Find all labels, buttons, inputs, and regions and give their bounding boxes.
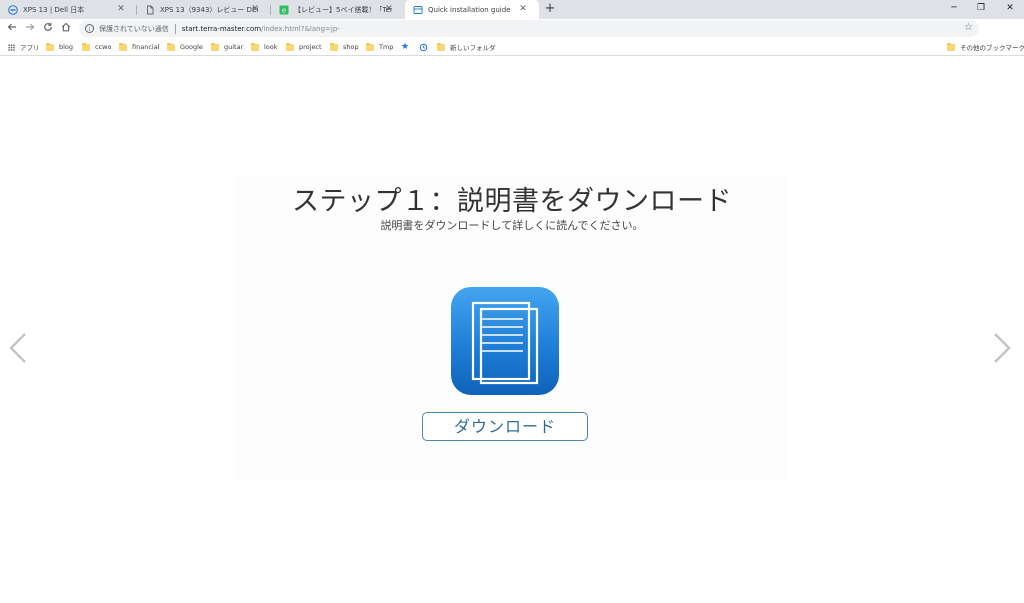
tab-terramaster-review[interactable]: e 【レビュー】5ベイ搭載！「TerraMaster ✕ [271, 0, 405, 19]
bookmark-label: blog [59, 43, 74, 51]
folder-icon [437, 42, 445, 51]
home-button[interactable] [58, 21, 74, 37]
tab-xps-review[interactable]: XPS 13（9343）レビュー DELLパソコン ✕ [137, 0, 271, 19]
page-content: ステップ１：説明書をダウンロード 説明書をダウンロードして詳しくに読んでください… [0, 57, 1024, 603]
other-bookmarks[interactable]: その他のブックマーク [947, 41, 1024, 53]
next-slide-button[interactable] [992, 332, 1012, 364]
bookmark-financial[interactable]: financial [119, 41, 160, 53]
bookmark-ccwo[interactable]: ccwo [82, 41, 111, 53]
chevron-left-icon [9, 333, 26, 363]
bookmark-label: ccwo [95, 43, 112, 51]
apps-icon [8, 43, 15, 51]
tab-dell[interactable]: XPS 13 | Dell 日本 ✕ [0, 0, 137, 19]
manual-document-icon[interactable] [451, 287, 559, 395]
history-icon [419, 43, 428, 51]
bookmarks-bar: アプリ blog ccwo financial Google guitar lo… [0, 38, 1024, 56]
bookmark-label: shop [343, 43, 359, 51]
close-icon[interactable]: ✕ [115, 3, 127, 15]
other-bookmarks-label: その他のブックマーク [960, 44, 1024, 52]
tab-title: 【レビュー】5ベイ搭載！「TerraMaster [294, 5, 392, 14]
bookmark-guitar[interactable]: guitar [211, 41, 243, 53]
bookmark-new-folder[interactable]: 新しいフォルダ [437, 41, 496, 53]
bookmark-label: アプリ [20, 44, 40, 52]
info-icon[interactable]: i [85, 24, 94, 33]
folder-icon [167, 42, 175, 51]
bookmark-look[interactable]: look [251, 41, 278, 53]
close-icon[interactable]: ✕ [383, 3, 395, 15]
arrow-right-icon [26, 23, 35, 31]
folder-icon [211, 42, 219, 51]
minimize-button[interactable]: ─ [940, 0, 968, 19]
bookmark-blog[interactable]: blog [46, 41, 73, 53]
security-status: 保護されていない通信 [99, 24, 169, 33]
home-icon [61, 22, 71, 32]
url-path: /index.html?&lang=jp- [261, 24, 340, 33]
address-bar[interactable]: i 保護されていない通信 start.terra-master.com/inde… [79, 20, 979, 37]
folder-icon [947, 42, 955, 51]
tab-title: XPS 13（9343）レビュー DELLパソコン [160, 5, 258, 14]
tab-quick-installation-guide[interactable]: Quick installation guide ✕ [405, 0, 539, 19]
bookmark-label: Google [180, 43, 203, 51]
reload-button[interactable] [40, 21, 56, 37]
folder-icon [119, 42, 127, 51]
bookmark-apps[interactable]: アプリ [8, 41, 40, 53]
folder-icon [251, 42, 259, 51]
star-icon: ★ [401, 42, 410, 52]
new-tab-button[interactable]: + [542, 1, 558, 17]
bookmark-label: 新しいフォルダ [450, 44, 496, 52]
reload-icon [44, 22, 52, 31]
bookmark-shop[interactable]: shop [330, 41, 359, 53]
bookmark-google[interactable]: Google [167, 41, 203, 53]
page-title: ステップ１：説明書をダウンロード [292, 186, 732, 217]
arrow-left-icon [7, 23, 16, 31]
evernote-icon: e [279, 5, 289, 15]
omnibox-divider [174, 23, 176, 34]
bookmark-history[interactable] [419, 41, 428, 53]
tab-title: XPS 13 | Dell 日本 [23, 5, 85, 14]
close-icon[interactable]: ✕ [517, 3, 529, 15]
bookmark-star-icon[interactable]: ☆ [964, 22, 973, 33]
svg-text:e: e [282, 6, 286, 14]
url-host: start.terra-master.com [181, 24, 262, 33]
terramaster-icon [413, 5, 423, 15]
tab-strip: XPS 13 | Dell 日本 ✕ XPS 13（9343）レビュー DELL… [0, 0, 1024, 19]
page-icon [145, 5, 155, 15]
window-close-button[interactable]: ✕ [996, 0, 1024, 19]
chevron-right-icon [994, 333, 1011, 363]
folder-icon [366, 42, 374, 51]
close-icon[interactable]: ✕ [249, 3, 261, 15]
forward-button[interactable] [22, 21, 38, 37]
prev-slide-button[interactable] [8, 332, 28, 364]
restore-button[interactable]: ❐ [967, 0, 995, 19]
bookmark-project[interactable]: project [286, 41, 322, 53]
bookmark-label: Tmp [379, 43, 394, 51]
page-subtitle: 説明書をダウンロードして詳しくに読んでください。 [380, 219, 644, 232]
bookmark-label: financial [132, 43, 160, 51]
back-button[interactable] [4, 21, 20, 37]
bookmark-label: guitar [224, 43, 244, 51]
bookmark-label: project [299, 43, 322, 51]
tab-title: Quick installation guide [428, 5, 511, 14]
bookmark-tmp[interactable]: Tmp [366, 41, 393, 53]
bookmark-starred[interactable]: ★ [401, 41, 409, 53]
folder-icon [46, 42, 54, 51]
folder-icon [330, 42, 338, 51]
dell-logo-icon [8, 4, 18, 15]
download-button[interactable]: ダウンロード [422, 412, 588, 441]
folder-icon [286, 42, 294, 51]
browser-toolbar: i 保護されていない通信 start.terra-master.com/inde… [0, 19, 1024, 52]
bookmark-label: look [264, 43, 278, 51]
folder-icon [82, 42, 90, 51]
